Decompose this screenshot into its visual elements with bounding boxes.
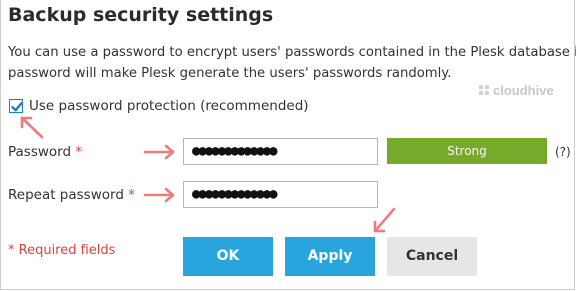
required-note-text: * Required fields bbox=[8, 243, 116, 258]
repeat-password-label: Repeat password * bbox=[8, 187, 135, 203]
password-label: Password * bbox=[8, 144, 82, 160]
required-marker: * bbox=[75, 144, 83, 160]
apply-button[interactable]: Apply bbox=[285, 237, 375, 276]
password-protection-checkbox[interactable] bbox=[9, 99, 23, 113]
ok-button[interactable]: OK bbox=[183, 237, 273, 276]
watermark-text: cloudhive bbox=[493, 83, 554, 98]
password-input[interactable]: ●●●●●●●●●●●●● bbox=[183, 138, 378, 165]
help-link[interactable]: (?) bbox=[555, 145, 571, 159]
repeat-password-label-text: Repeat password bbox=[8, 187, 124, 203]
password-strength-indicator: Strong bbox=[387, 138, 547, 164]
repeat-password-input[interactable]: ●●●●●●●●●●●●● bbox=[183, 181, 378, 208]
watermark: cloudhive bbox=[478, 83, 554, 98]
description-line-2: password will make Plesk generate the us… bbox=[8, 66, 452, 81]
dialog-description: You can use a password to encrypt users'… bbox=[8, 42, 576, 84]
required-fields-note: * Required fields bbox=[8, 243, 115, 258]
cancel-button[interactable]: Cancel bbox=[387, 237, 477, 276]
required-marker: * bbox=[128, 187, 135, 203]
password-protection-label[interactable]: Use password protection (recommended) bbox=[29, 98, 309, 114]
password-label-text: Password bbox=[8, 144, 72, 160]
dialog-title: Backup security settings bbox=[8, 4, 274, 26]
description-line-1: You can use a password to encrypt users'… bbox=[8, 45, 576, 60]
checkmark-icon bbox=[11, 102, 23, 112]
cloudhive-logo-icon bbox=[478, 84, 490, 96]
